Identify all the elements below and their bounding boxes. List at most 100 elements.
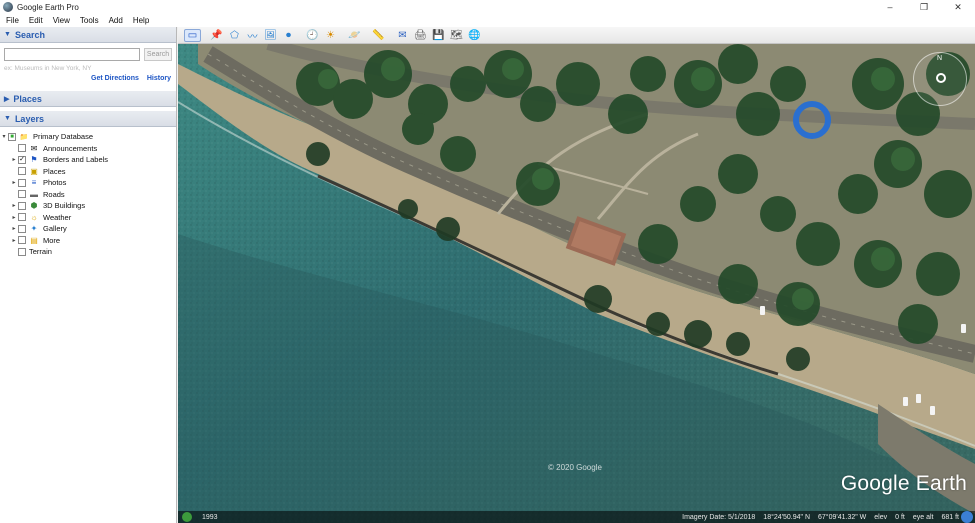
layer-photos[interactable]: ▸ ≡ Photos <box>0 177 176 189</box>
collapse-triangle-icon: ▼ <box>4 115 11 122</box>
layer-label: Borders and Labels <box>43 155 109 165</box>
menu-bar: File Edit View Tools Add Help <box>0 14 975 27</box>
imagery-date: Imagery Date: 5/1/2018 <box>682 513 756 521</box>
toolbar: ▭ 📌 ⬠ 〰 🖼 ⏺ 🕘 ☀ 🪐 📏 ✉ 🖨 💾 🗺 🌐 <box>178 27 975 44</box>
layer-announcements[interactable]: ✉ Announcements <box>0 143 176 155</box>
search-button[interactable]: Search <box>144 47 172 61</box>
folder-icon: 📁 <box>19 133 29 141</box>
layer-checkbox[interactable] <box>18 178 26 187</box>
polygon-icon[interactable]: ⬠ <box>226 29 243 42</box>
layer-places[interactable]: ▣ Places <box>0 166 176 178</box>
ruler-icon[interactable]: 📏 <box>370 29 387 42</box>
layers-panel-header[interactable]: ▼ Layers <box>0 111 176 127</box>
tree-expander-icon[interactable]: ▸ <box>10 202 18 209</box>
layer-checkbox[interactable] <box>18 213 26 222</box>
sidebar-toggle-icon[interactable]: ▭ <box>184 28 201 42</box>
latitude-readout: 18°24'50.94" N <box>763 513 811 521</box>
record-tour-icon[interactable]: ⏺ <box>280 29 297 42</box>
historical-imagery-globe-icon[interactable] <box>182 512 192 522</box>
collapse-triangle-icon: ▼ <box>4 31 11 38</box>
placemark-icon[interactable]: 📌 <box>208 29 225 42</box>
layer-more[interactable]: ▸ ▤ More <box>0 235 176 247</box>
layer-checkbox[interactable] <box>18 144 26 153</box>
places-panel-header[interactable]: ▶ Places <box>0 91 176 107</box>
layer-primary-database[interactable]: ▾ ■ 📁 Primary Database <box>0 131 176 143</box>
layer-label: Primary Database <box>33 132 94 142</box>
planets-icon[interactable]: 🪐 <box>346 29 363 42</box>
layer-label: Announcements <box>43 143 98 153</box>
layer-checkbox[interactable]: ✓ <box>18 155 26 164</box>
layer-terrain[interactable]: Terrain <box>0 246 176 258</box>
photos-icon: ≡ <box>31 178 37 188</box>
status-readouts: Imagery Date: 5/1/2018 18°24'50.94" N 67… <box>682 514 959 521</box>
tree-expander-icon[interactable]: ▾ <box>0 133 8 140</box>
path-icon[interactable]: 〰 <box>244 29 261 43</box>
historical-imagery-icon[interactable]: 🕘 <box>304 29 321 42</box>
layer-roads[interactable]: ▬ Roads <box>0 189 176 201</box>
maps-icon[interactable]: 🗺 <box>448 29 465 42</box>
places-panel-title: Places <box>13 93 42 104</box>
earth-icon[interactable]: 🌐 <box>466 29 483 42</box>
search-panel-header[interactable]: ▼ Search <box>0 27 176 43</box>
print-icon[interactable]: 🖨 <box>412 29 429 42</box>
window-controls: – ❐ ✕ <box>873 0 975 14</box>
layer-3d-buildings[interactable]: ▸ ⬢ 3D Buildings <box>0 200 176 212</box>
expand-triangle-icon: ▶ <box>4 95 10 103</box>
layer-gallery[interactable]: ▸ ✦ Gallery <box>0 223 176 235</box>
layer-checkbox[interactable] <box>18 201 26 210</box>
maximize-button[interactable]: ❐ <box>907 0 941 14</box>
layer-label: More <box>43 235 61 245</box>
map-view[interactable]: N © 2020 Google Google Earth 1993 Imager… <box>178 44 975 523</box>
more-icon: ▤ <box>30 235 38 245</box>
layer-borders-and-labels[interactable]: ▸ ✓ ⚑ Borders and Labels <box>0 154 176 166</box>
google-earth-app-icon <box>3 2 13 12</box>
layer-label: Roads <box>43 189 65 199</box>
sun-icon: ☼ <box>30 212 38 222</box>
streaming-status-icon <box>961 511 973 523</box>
star-icon: ✦ <box>30 224 38 234</box>
search-input[interactable] <box>4 47 140 61</box>
elevation-label: elev <box>874 513 888 521</box>
places-icon: ▣ <box>30 166 38 176</box>
tree-expander-icon[interactable]: ▸ <box>10 225 18 232</box>
tree-expander-icon[interactable]: ▸ <box>10 214 18 221</box>
email-icon[interactable]: ✉ <box>394 29 411 42</box>
search-links: Get Directions History <box>0 75 176 87</box>
layer-checkbox[interactable] <box>18 224 26 233</box>
get-directions-link[interactable]: Get Directions <box>91 75 139 87</box>
tree-expander-icon[interactable]: ▸ <box>10 237 18 244</box>
sunlight-icon[interactable]: ☀ <box>322 29 339 42</box>
menu-view[interactable]: View <box>53 16 70 25</box>
close-button[interactable]: ✕ <box>941 0 975 14</box>
imagery-year: 1993 <box>202 513 218 521</box>
sidebar: ▼ Search Search ex: Museums in New York,… <box>0 27 177 523</box>
envelope-icon: ✉ <box>30 143 38 153</box>
save-image-icon[interactable]: 💾 <box>430 29 447 42</box>
layer-checkbox[interactable]: ■ <box>8 132 16 141</box>
menu-tools[interactable]: Tools <box>80 16 99 25</box>
minimize-button[interactable]: – <box>873 0 907 14</box>
layer-checkbox[interactable] <box>18 236 26 245</box>
history-link[interactable]: History <box>147 75 171 87</box>
layer-label: Places <box>43 166 66 176</box>
layer-checkbox[interactable] <box>18 167 26 176</box>
layer-checkbox[interactable] <box>18 190 26 199</box>
longitude-readout: 67°09'41.32" W <box>818 513 867 521</box>
menu-edit[interactable]: Edit <box>29 16 43 25</box>
image-overlay-icon[interactable]: 🖼 <box>262 29 279 42</box>
search-row: Search <box>0 43 176 65</box>
satellite-imagery <box>178 44 975 523</box>
menu-file[interactable]: File <box>6 16 19 25</box>
look-joystick-icon[interactable] <box>936 73 946 83</box>
tree-expander-icon[interactable]: ▸ <box>10 179 18 186</box>
layers-panel-title: Layers <box>14 113 44 124</box>
layer-label: Gallery <box>43 224 67 234</box>
road-icon: ▬ <box>30 189 38 199</box>
layer-checkbox[interactable] <box>18 247 26 256</box>
tree-expander-icon[interactable]: ▸ <box>10 156 18 163</box>
menu-add[interactable]: Add <box>109 16 123 25</box>
menu-help[interactable]: Help <box>133 16 149 25</box>
building-icon: ⬢ <box>30 201 38 211</box>
layer-weather[interactable]: ▸ ☼ Weather <box>0 212 176 224</box>
navigation-compass[interactable]: N <box>913 52 967 106</box>
